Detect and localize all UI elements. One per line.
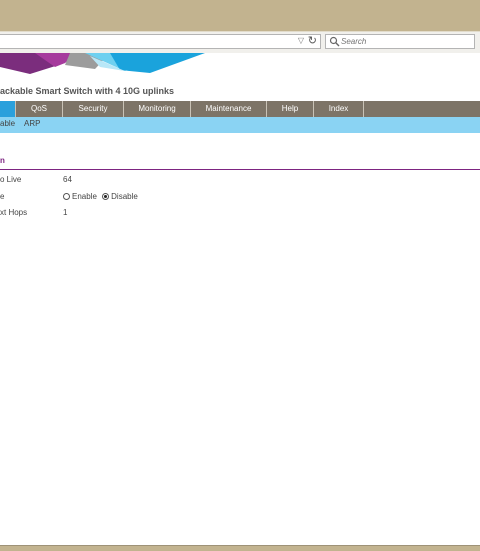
nav-item-help[interactable]: Help	[267, 101, 314, 117]
ttl-value: 64	[63, 175, 72, 184]
browser-statusbar	[0, 545, 480, 551]
browser-titlebar	[0, 0, 480, 31]
section-divider	[0, 169, 480, 170]
nav-item-monitoring[interactable]: Monitoring	[124, 101, 191, 117]
main-nav: QoS Security Monitoring Maintenance Help…	[0, 101, 480, 117]
search-input[interactable]	[341, 35, 471, 48]
chevron-down-icon[interactable]: ▽	[298, 36, 304, 45]
reload-icon[interactable]: ↻	[308, 34, 317, 47]
search-box[interactable]	[325, 34, 475, 49]
product-title: ackable Smart Switch with 4 10G uplinks	[0, 86, 175, 96]
enable-radio[interactable]	[63, 193, 70, 200]
section-tab[interactable]: n	[0, 156, 5, 165]
next-hops-value: 1	[63, 208, 68, 217]
nav-item-qos[interactable]: QoS	[16, 101, 63, 117]
sub-nav-item-table[interactable]: able	[0, 117, 15, 133]
enable-radio-label: Enable	[72, 192, 97, 201]
sub-nav: able ARP	[0, 117, 480, 133]
disable-radio[interactable]	[102, 193, 110, 200]
nav-item-maintenance[interactable]: Maintenance	[191, 101, 267, 117]
mode-radio-group: Enable Disable	[63, 192, 141, 201]
ttl-label: o Live	[0, 175, 22, 184]
nav-item-security[interactable]: Security	[63, 101, 124, 117]
disable-radio-label: Disable	[111, 192, 138, 201]
nav-item-active[interactable]	[0, 101, 16, 117]
brand-banner	[0, 53, 205, 74]
next-hops-label: xt Hops	[0, 208, 28, 217]
sub-nav-item-arp[interactable]: ARP	[24, 117, 40, 133]
mode-label: e	[0, 192, 5, 201]
search-icon	[329, 36, 340, 47]
browser-toolbar: ▽ ↻	[0, 31, 480, 54]
page-content: ackable Smart Switch with 4 10G uplinks …	[0, 53, 480, 545]
url-bar[interactable]: ▽ ↻	[0, 34, 321, 49]
nav-item-index[interactable]: Index	[314, 101, 364, 117]
